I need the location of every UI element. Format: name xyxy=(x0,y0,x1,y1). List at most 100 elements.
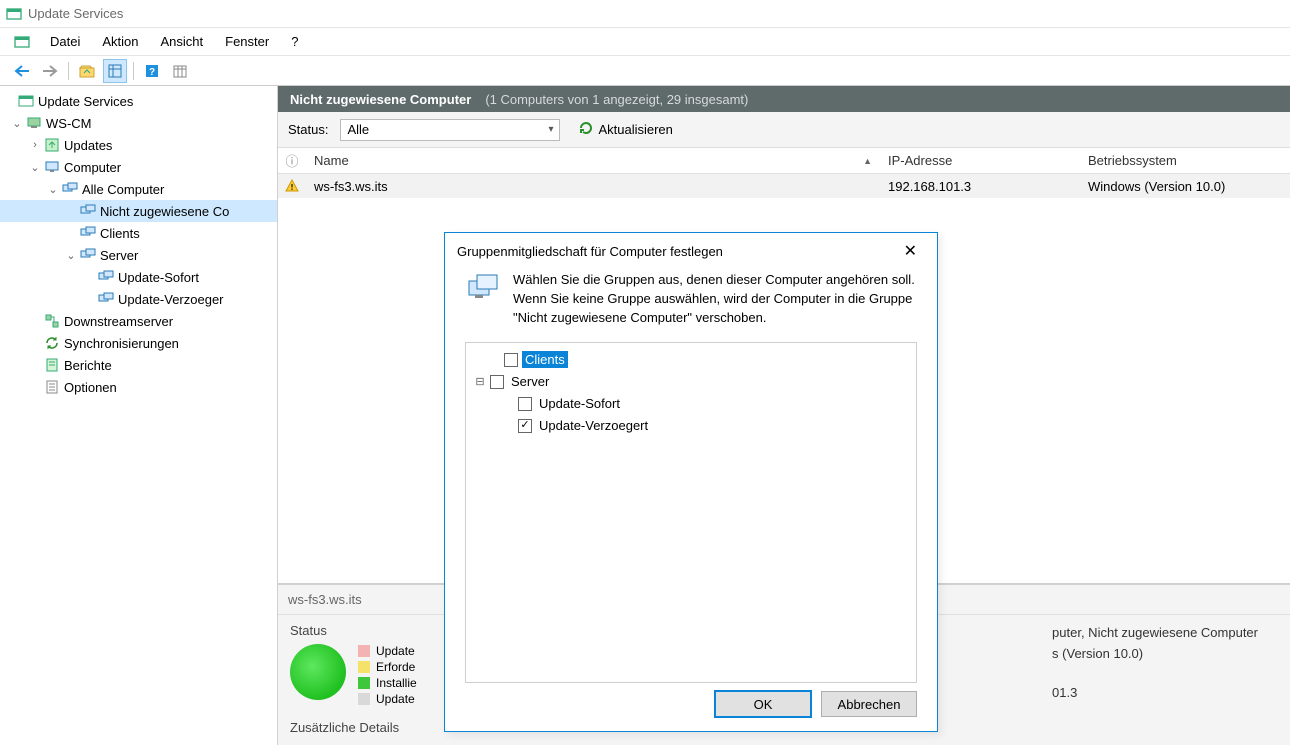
back-button[interactable] xyxy=(10,59,34,83)
detail-status-heading: Status xyxy=(290,623,417,638)
forward-button[interactable] xyxy=(38,59,62,83)
sort-asc-icon: ▲ xyxy=(863,156,872,166)
tree-downstream-label: Downstreamserver xyxy=(64,314,173,329)
tree-update-sofort[interactable]: Update-Sofort xyxy=(0,266,277,288)
calendar-icon[interactable] xyxy=(168,59,192,83)
tree-updnow-label: Update-Sofort xyxy=(118,270,199,285)
help-icon[interactable]: ? xyxy=(140,59,164,83)
group-upddel-label: Update-Verzoegert xyxy=(536,417,651,434)
folder-up-icon[interactable] xyxy=(75,59,99,83)
refresh-label: Aktualisieren xyxy=(598,122,672,137)
tree-update-verzoegert[interactable]: Update-Verzoeger xyxy=(0,288,277,310)
tree-unassigned-label: Nicht zugewiesene Co xyxy=(100,204,229,219)
status-dropdown[interactable]: Alle ▾ xyxy=(340,119,560,141)
ok-button[interactable]: OK xyxy=(715,691,811,717)
col-name[interactable]: Name ▲ xyxy=(306,153,880,168)
sync-icon xyxy=(44,335,60,351)
group-update-verzoegert[interactable]: ✓ Update-Verzoegert xyxy=(474,415,908,437)
menu-file[interactable]: Datei xyxy=(40,30,90,53)
menu-bar: Datei Aktion Ansicht Fenster ? xyxy=(0,28,1290,56)
menu-window[interactable]: Fenster xyxy=(215,30,279,53)
tree-options-label: Optionen xyxy=(64,380,117,395)
checkbox-update-verzoegert[interactable]: ✓ xyxy=(518,419,532,433)
list-body: ws-fs3.ws.its 192.168.101.3 Windows (Ver… xyxy=(278,174,1290,198)
window-title-bar: Update Services xyxy=(0,0,1290,28)
group-clients[interactable]: Clients xyxy=(474,349,908,371)
tree-srv-label: Server xyxy=(100,248,138,263)
filter-bar: Status: Alle ▾ Aktualisieren xyxy=(278,112,1290,148)
tree-reports-label: Berichte xyxy=(64,358,112,373)
tree-root-label: Update Services xyxy=(38,94,133,109)
server-icon xyxy=(26,115,42,131)
group-updnow-label: Update-Sofort xyxy=(536,395,623,412)
computers-icon xyxy=(98,269,114,285)
menu-action[interactable]: Aktion xyxy=(92,30,148,53)
menu-view[interactable]: Ansicht xyxy=(151,30,214,53)
expander-icon[interactable]: › xyxy=(28,139,42,151)
computer-group-icon xyxy=(465,271,501,307)
tree-server[interactable]: ⌄ WS-CM xyxy=(0,112,277,134)
services-icon xyxy=(18,93,34,109)
legend-d: Update xyxy=(376,692,415,706)
cell-name: ws-fs3.ws.its xyxy=(306,179,880,194)
dialog-titlebar: Gruppenmitgliedschaft für Computer festl… xyxy=(445,233,937,269)
tree-updates[interactable]: › Updates xyxy=(0,134,277,156)
tree-sync[interactable]: Synchronisierungen xyxy=(0,332,277,354)
dialog-description: Wählen Sie die Gruppen aus, denen dieser… xyxy=(513,271,917,328)
refresh-icon xyxy=(578,120,594,139)
tree-clients-label: Clients xyxy=(100,226,140,241)
view-details-icon[interactable] xyxy=(103,59,127,83)
status-value: Alle xyxy=(347,122,369,137)
tree-reports[interactable]: Berichte xyxy=(0,354,277,376)
cell-os: Windows (Version 10.0) xyxy=(1080,179,1290,194)
group-update-sofort[interactable]: Update-Sofort xyxy=(474,393,908,415)
dialog-group-tree[interactable]: Clients ⊟ Server Update-Sofort ✓ Update-… xyxy=(465,342,917,683)
tree-sync-label: Synchronisierungen xyxy=(64,336,179,351)
expander-icon[interactable]: ⌄ xyxy=(46,183,60,196)
legend-b: Erforde xyxy=(376,660,415,674)
tree-computer[interactable]: ⌄ Computer xyxy=(0,156,277,178)
checkbox-server[interactable] xyxy=(490,375,504,389)
computers-icon xyxy=(62,181,78,197)
tree-server-label: WS-CM xyxy=(46,116,92,131)
navigation-tree[interactable]: Update Services ⌄ WS-CM › Updates ⌄ Comp… xyxy=(0,86,278,745)
expander-icon[interactable]: ⊟ xyxy=(474,375,486,388)
expander-icon[interactable]: ⌄ xyxy=(28,161,42,174)
tree-root[interactable]: Update Services xyxy=(0,90,277,112)
table-row[interactable]: ws-fs3.ws.its 192.168.101.3 Windows (Ver… xyxy=(278,174,1290,198)
expander-icon[interactable]: ⌄ xyxy=(64,249,78,262)
group-server[interactable]: ⊟ Server xyxy=(474,371,908,393)
tree-downstream[interactable]: Downstreamserver xyxy=(0,310,277,332)
menu-app-icon xyxy=(14,34,30,50)
menu-help[interactable]: ? xyxy=(281,30,308,53)
col-os[interactable]: Betriebssystem xyxy=(1080,153,1290,168)
group-server-label: Server xyxy=(508,373,552,390)
tree-options[interactable]: Optionen xyxy=(0,376,277,398)
tree-server-group[interactable]: ⌄ Server xyxy=(0,244,277,266)
computers-icon xyxy=(80,247,96,263)
group-membership-dialog: Gruppenmitgliedschaft für Computer festl… xyxy=(444,232,938,732)
detail-line3: 01.3 xyxy=(1052,683,1258,704)
info-column-icon[interactable]: ⓘ xyxy=(278,151,306,170)
tree-allcomputers[interactable]: ⌄ Alle Computer xyxy=(0,178,277,200)
close-icon[interactable]: ✕ xyxy=(896,237,925,265)
legend-c: Installie xyxy=(376,676,417,690)
checkbox-update-sofort[interactable] xyxy=(518,397,532,411)
content-title: Nicht zugewiesene Computer xyxy=(290,92,471,107)
col-ip[interactable]: IP-Adresse xyxy=(880,153,1080,168)
status-legend: Update Erforde Installie Update xyxy=(358,644,417,706)
options-icon xyxy=(44,379,60,395)
tree-unassigned[interactable]: Nicht zugewiesene Co xyxy=(0,200,277,222)
computer-icon xyxy=(44,159,60,175)
legend-a: Update xyxy=(376,644,415,658)
checkbox-clients[interactable] xyxy=(504,353,518,367)
expander-icon[interactable]: ⌄ xyxy=(10,117,24,130)
tree-clients[interactable]: Clients xyxy=(0,222,277,244)
detail-line1: puter, Nicht zugewiesene Computer xyxy=(1052,623,1258,644)
status-pie-chart xyxy=(290,644,346,700)
refresh-button[interactable]: Aktualisieren xyxy=(578,120,672,139)
detail-line2: s (Version 10.0) xyxy=(1052,644,1258,665)
cancel-button[interactable]: Abbrechen xyxy=(821,691,917,717)
group-clients-label: Clients xyxy=(522,351,568,368)
list-header: ⓘ Name ▲ IP-Adresse Betriebssystem xyxy=(278,148,1290,174)
